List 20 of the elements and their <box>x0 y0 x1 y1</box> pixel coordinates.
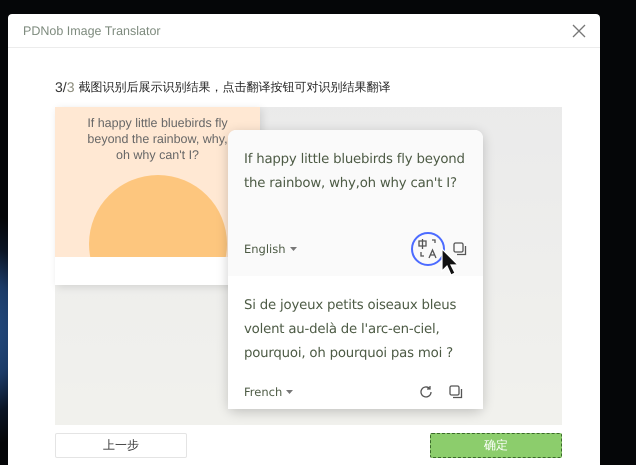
close-icon <box>572 24 586 38</box>
copy-button[interactable] <box>449 385 463 399</box>
step-counter: 3/3 <box>55 79 74 95</box>
caret-icon <box>290 247 297 251</box>
copy-icon <box>449 385 463 399</box>
translate-icon <box>417 238 439 260</box>
source-text: If happy little bluebirds fly beyond the rainbow, why,oh why can't I? <box>244 151 466 193</box>
translated-text: Si de joyeux petits oiseaux bleus volent au-delà de l'arc-en-ciel, pourquoi, oh pourquoi pas moi ? <box>244 297 458 363</box>
window-title: PDNob Image Translator <box>23 24 161 38</box>
caret-icon <box>286 390 294 394</box>
close-button[interactable] <box>570 22 588 40</box>
copy-icon <box>453 242 467 256</box>
copy-button[interactable] <box>453 242 467 256</box>
step-instruction: 截图识别后展示识别结果，点击翻译按钮可对识别结果翻译 <box>78 78 390 96</box>
refresh-icon <box>419 385 433 399</box>
refresh-button[interactable] <box>419 385 433 399</box>
language-dropdown[interactable]: English <box>244 242 297 256</box>
language-dropdown[interactable]: French <box>244 385 294 399</box>
back-button[interactable]: 上一步 <box>55 433 187 458</box>
screenshot-text: If happy little bluebirds fly beyond the rainbow, why, oh why can't I? <box>86 115 228 163</box>
